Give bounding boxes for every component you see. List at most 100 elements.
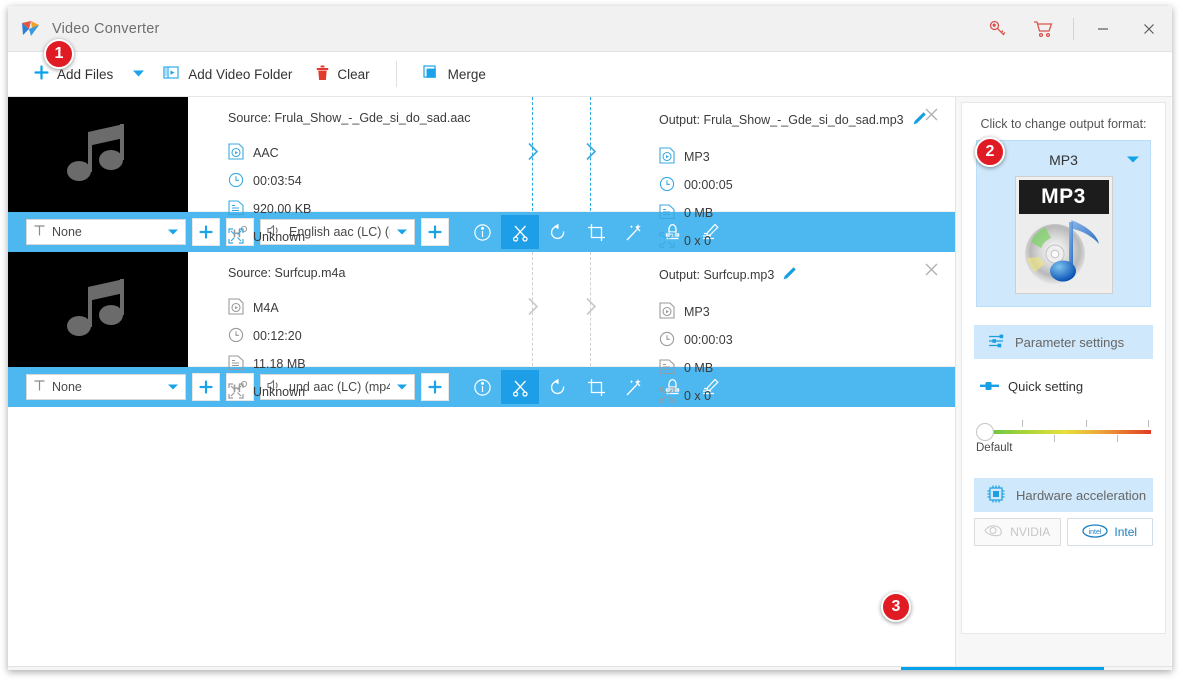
svg-text:intel: intel: [1089, 529, 1102, 536]
subtitle-T-icon: [33, 379, 46, 395]
subtitle-select[interactable]: None: [26, 374, 186, 400]
sliders-icon: [988, 333, 1005, 352]
chevron-down-icon: [132, 65, 145, 83]
cpu-chip-icon: [986, 484, 1006, 507]
source-size: 920.00 KB: [253, 202, 312, 216]
source-size: 11.18 MB: [253, 357, 306, 371]
main-toolbar: Add Files Add Video Folder Clear Merge: [8, 52, 1172, 97]
source-duration-cell: 00:03:54: [228, 167, 378, 195]
resize-frame-icon: [659, 231, 675, 251]
output-format: MP3: [684, 305, 710, 319]
chevron-down-icon: [167, 380, 179, 394]
output-resolution: 0 x 0: [684, 234, 712, 248]
rotate-icon[interactable]: [539, 215, 577, 249]
gpu-nvidia-option[interactable]: NVIDIA: [974, 518, 1061, 546]
source-size-cell: 11.18 MB: [228, 350, 378, 378]
source-column: Source: Frula_Show_-_Gde_si_do_sad.aac A…: [188, 97, 518, 244]
hardware-acceleration-button[interactable]: Hardware acceleration: [974, 478, 1153, 512]
effect-wand-icon[interactable]: [615, 370, 653, 404]
clock-icon: [228, 327, 244, 346]
parameter-settings-button[interactable]: Parameter settings: [974, 325, 1153, 359]
output-format-card[interactable]: MP3 MP3: [976, 140, 1151, 307]
nvidia-eye-icon: [984, 524, 1004, 540]
document-icon: [228, 354, 244, 374]
output-size-cell: 0 MB: [659, 354, 809, 382]
gpu-nvidia-label: NVIDIA: [1010, 525, 1051, 539]
source-size-cell: 920.00 KB: [228, 195, 378, 223]
source-duration-cell: 00:12:20: [228, 322, 378, 350]
gpu-intel-label: Intel: [1114, 525, 1138, 539]
close-button[interactable]: [1126, 6, 1172, 52]
parameter-settings-label: Parameter settings: [1015, 334, 1125, 350]
main-body: Source: Frula_Show_-_Gde_si_do_sad.aac A…: [8, 97, 1172, 666]
output-size: 0 MB: [684, 361, 714, 375]
crop-icon[interactable]: [577, 370, 615, 404]
slider-tick: [1054, 435, 1055, 442]
quality-slider[interactable]: Default: [976, 416, 1151, 462]
output-panel-inner: Click to change output format: MP3 MP3 P…: [961, 102, 1166, 634]
rotate-icon[interactable]: [539, 370, 577, 404]
source-format-cell: M4A: [228, 294, 378, 322]
source-format: M4A: [253, 301, 279, 315]
chevron-right-icon: [527, 141, 540, 168]
format-hint: Click to change output format:: [980, 117, 1147, 131]
quick-setting-toggle[interactable]: Quick setting: [980, 379, 1165, 394]
run-button[interactable]: Run: [901, 667, 1104, 670]
merge-squares-icon: [423, 64, 440, 84]
add-files-dropdown[interactable]: [125, 52, 151, 97]
chevron-right-icon: [585, 296, 598, 323]
cd-note-graphic: [1018, 214, 1109, 289]
pencil-icon[interactable]: [782, 266, 797, 284]
file-row-content[interactable]: Source: Surfcup.m4a M4A 00:12:20 11.18 M…: [8, 252, 955, 403]
gpu-intel-option[interactable]: intel Intel: [1066, 518, 1153, 546]
cart-icon[interactable]: [1021, 6, 1067, 52]
file-info: Source: Frula_Show_-_Gde_si_do_sad.aac A…: [188, 97, 955, 248]
main-window: Video Converter Add Files Add Video Fold…: [8, 6, 1172, 670]
add-subtitle-button[interactable]: [192, 373, 220, 401]
source-column: Source: Surfcup.m4a M4A 00:12:20 11.18 M…: [188, 252, 518, 399]
add-video-folder-label: Add Video Folder: [188, 66, 293, 82]
resize-frame-icon: [228, 382, 244, 402]
output-format-cell: MP3: [659, 298, 809, 326]
slider-tick: [1117, 435, 1118, 442]
chevron-down-icon[interactable]: [1126, 151, 1140, 169]
add-subtitle-button[interactable]: [192, 218, 220, 246]
source-resolution-cell: Unknown: [228, 378, 378, 406]
convert-arrow-area: [518, 252, 633, 366]
clear-button[interactable]: Clear: [304, 52, 381, 97]
merge-button[interactable]: Merge: [411, 52, 498, 97]
output-filename-row: Output: Surfcup.mp3: [659, 266, 955, 284]
remove-file-button[interactable]: [924, 107, 939, 127]
file-info: Source: Surfcup.m4a M4A 00:12:20 11.18 M…: [188, 252, 955, 403]
output-filename: Output: Frula_Show_-_Gde_si_do_sad.mp3: [659, 113, 904, 127]
remove-file-button[interactable]: [924, 262, 939, 282]
document-icon: [659, 203, 675, 223]
slider-knob[interactable]: [976, 423, 994, 441]
file-list-panel: Source: Frula_Show_-_Gde_si_do_sad.aac A…: [8, 97, 956, 666]
media-file-icon: [228, 143, 244, 163]
step-badge-1: 1: [44, 39, 74, 69]
output-meta: MP3 00:00:05 0 MB 0 x 0: [659, 143, 955, 255]
add-video-folder-button[interactable]: Add Video Folder: [151, 52, 304, 97]
source-filename: Source: Surfcup.m4a: [228, 266, 346, 280]
app-logo-icon: [20, 18, 42, 40]
effect-wand-icon[interactable]: [615, 215, 653, 249]
minimize-button[interactable]: [1080, 6, 1126, 52]
crop-icon[interactable]: [577, 215, 615, 249]
key-icon[interactable]: [975, 6, 1021, 52]
output-column: Output: Surfcup.mp3 MP3 00:00:03 0 MB 0 …: [633, 252, 955, 403]
source-format: AAC: [253, 146, 279, 160]
subtitle-select[interactable]: None: [26, 219, 186, 245]
file-row-content[interactable]: Source: Frula_Show_-_Gde_si_do_sad.aac A…: [8, 97, 955, 248]
app-root: Video Converter Add Files Add Video Fold…: [0, 0, 1180, 680]
output-format-panel: Click to change output format: MP3 MP3 P…: [956, 97, 1171, 666]
slider-value-label: Default: [976, 442, 1013, 454]
gpu-options: NVIDIA intel Intel: [974, 518, 1153, 546]
toolbar-divider: [395, 61, 397, 87]
merge-label: Merge: [447, 66, 486, 82]
output-duration-cell: 00:00:03: [659, 326, 809, 354]
output-filename: Output: Surfcup.mp3: [659, 268, 775, 282]
window-title: Video Converter: [52, 20, 160, 37]
output-resolution: 0 x 0: [684, 389, 712, 403]
clock-icon: [659, 176, 675, 195]
